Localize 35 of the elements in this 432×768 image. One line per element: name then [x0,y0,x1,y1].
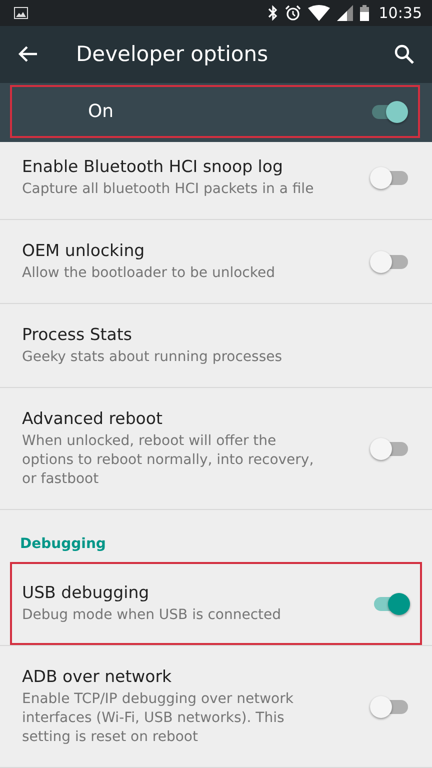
screen-title: Developer options [76,42,270,66]
setting-title: Process Stats [22,324,133,346]
setting-row[interactable]: Process Stats Geeky stats about running processes [10,304,422,387]
alarm-icon [284,4,301,21]
toggle-switch[interactable] [370,166,410,190]
wifi-icon [308,4,330,21]
setting-summary: Allow the bootloader to be unlocked [22,264,276,283]
search-icon [394,44,414,64]
setting-title: OEM unlocking [22,240,146,262]
setting-title: USB debugging [22,582,150,604]
setting-title: ADB over network [22,666,173,688]
switch-label: On [88,101,115,122]
clock-time: 10:35 [378,4,422,22]
setting-row[interactable]: ADB over network Enable TCP/IP debugging over network interfaces (Wi-Fi, USB networks). This setting is reset on reboot [10,646,422,767]
setting-row[interactable]: OEM unlocking Allow the bootloader to be unlocked [10,220,422,303]
section-header: Debugging [19,535,107,554]
setting-summary: When unlocked, reboot will offer the options to reboot normally, into recovery, or fastboot [22,432,315,489]
setting-row[interactable]: Enable Bluetooth HCI snoop log Capture all bluetooth HCI packets in a file [10,136,422,219]
signal-icon [336,4,353,21]
setting-row[interactable]: USB debugging Debug mode when USB is connected [10,562,422,645]
setting-title: Enable Bluetooth HCI snoop log [22,156,284,178]
setting-title: Advanced reboot [22,408,164,430]
toggle-switch[interactable] [370,436,410,460]
back-arrow-icon [18,45,38,64]
image-icon [14,6,28,19]
setting-summary: Debug mode when USB is connected [22,606,282,625]
toggle-switch[interactable] [370,694,410,718]
master-switch-row[interactable]: On [10,85,420,138]
bluetooth-icon [268,4,278,21]
setting-summary: Capture all bluetooth HCI packets in a file [22,180,315,199]
setting-summary: Geeky stats about running processes [22,348,284,367]
battery-icon [360,4,369,21]
toggle-switch[interactable] [370,250,410,274]
setting-row[interactable]: Advanced reboot When unlocked, reboot will offer the options to reboot normally, into recovery, or fastboot [10,388,422,509]
setting-summary: Enable TCP/IP debugging over network interfaces (Wi-Fi, USB networks). This setting is reset on reboot [22,690,294,747]
